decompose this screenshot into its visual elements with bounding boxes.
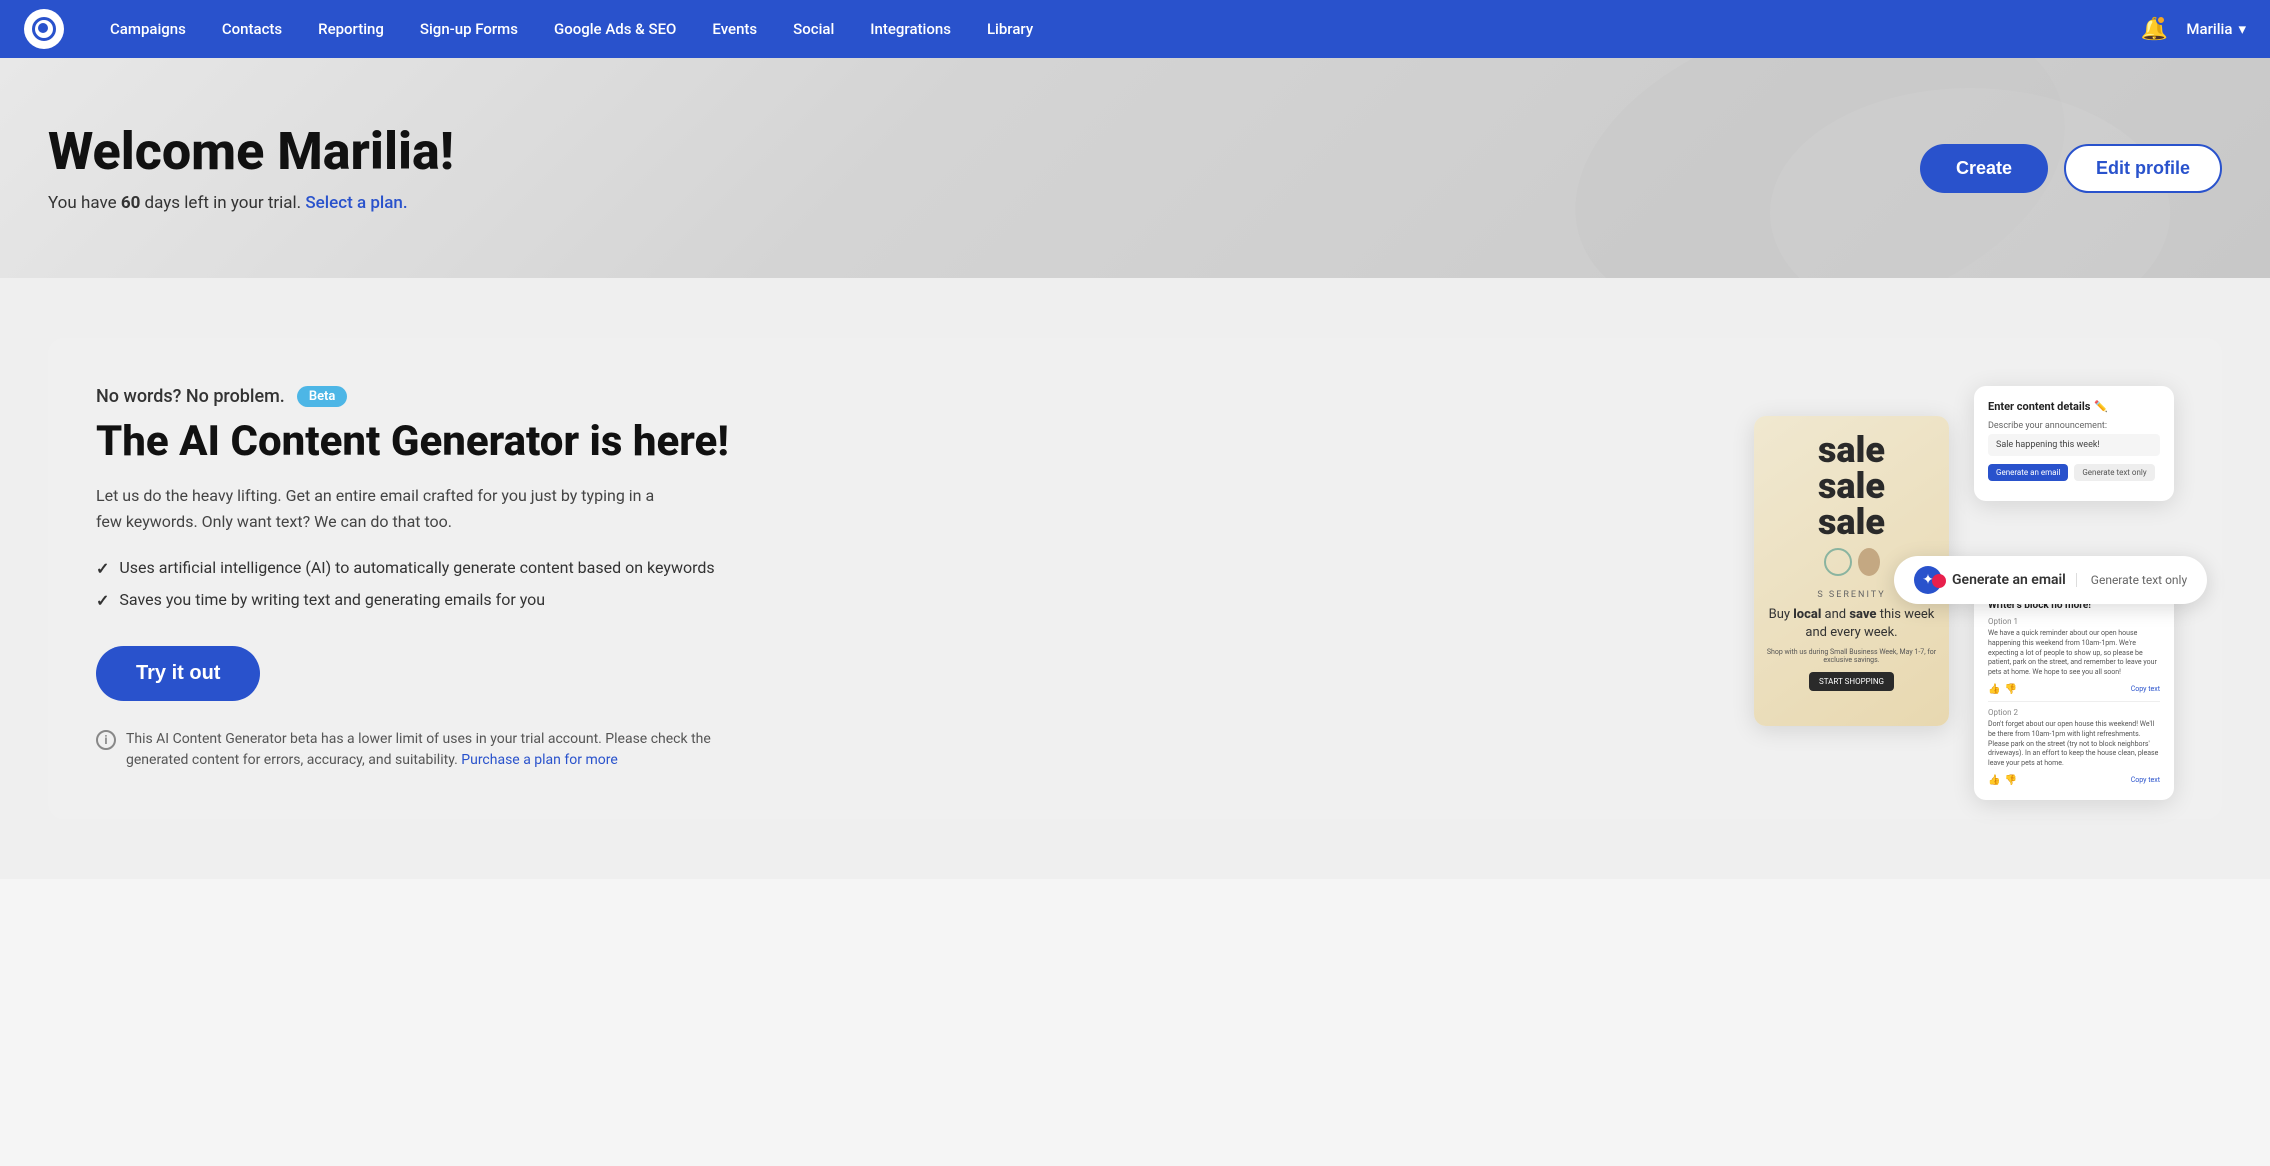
nav-right: 🔔 Marilia ▾ [2138,13,2246,45]
feature-heading: The AI Content Generator is here! [96,419,1694,465]
thumbs-down-icon[interactable]: 👎 [2004,684,2016,695]
feature-illustration: sale sale sale S SERENITY Buy local and … [1754,386,2174,766]
option1-text: We have a quick reminder about our open … [1988,629,2160,678]
list-item: ✓ Saves you time by writing text and gen… [96,590,1694,610]
sale-text-2: sale [1818,468,1885,504]
disclaimer-text: This AI Content Generator beta has a low… [126,729,776,771]
generate-text-btn[interactable]: Generate text only [2074,464,2154,481]
thumbs-icons-2: 👍 👎 [1988,775,2017,786]
list-item-text: Saves you time by writing text and gener… [119,590,545,609]
hero-text: Welcome Marilia! You have 60 days left i… [48,123,454,212]
list-item: ✓ Uses artificial intelligence (AI) to a… [96,558,1694,578]
hero-buttons: Create Edit profile [1920,144,2222,193]
thumbs-up-icon[interactable]: 👍 [1988,684,2000,695]
panel-options: Generate an email Generate text only [1988,464,2160,481]
decorative-shapes [1824,548,1880,576]
purchase-plan-link[interactable]: Purchase a plan for more [461,752,617,768]
thumbs-down-icon-2[interactable]: 👎 [2004,775,2016,786]
content-details-panel: Enter content details ✏️ Describe your a… [1974,386,2174,501]
info-icon: i [96,730,116,750]
create-button[interactable]: Create [1920,144,2048,193]
nav-contacts[interactable]: Contacts [204,0,300,58]
generate-email-btn[interactable]: Generate an email [1988,464,2068,481]
nav-campaigns[interactable]: Campaigns [92,0,204,58]
circle-shape [1824,548,1852,576]
generate-label: Generate an email [1952,572,2066,588]
feature-left: No words? No problem. Beta The AI Conten… [96,386,1694,771]
list-item-text: Uses artificial intelligence (AI) to aut… [119,558,714,577]
card-local-text: Buy local and save this week and every w… [1766,606,1937,642]
subtitle-suffix: days left in your trial. [140,193,301,213]
user-name: Marilia [2186,20,2232,38]
main-section: No words? No problem. Beta The AI Conten… [0,278,2270,879]
user-menu[interactable]: Marilia ▾ [2186,20,2246,38]
panel-title: Enter content details ✏️ [1988,400,2160,413]
thumbs-up-icon-2[interactable]: 👍 [1988,775,2000,786]
feature-card: No words? No problem. Beta The AI Conten… [48,338,2222,819]
nav-integrations[interactable]: Integrations [852,0,969,58]
hero-subtitle: You have 60 days left in your trial. Sel… [48,193,454,213]
edit-icon: ✏️ [2094,400,2108,413]
try-it-out-button[interactable]: Try it out [96,646,260,701]
nav-library[interactable]: Library [969,0,1051,58]
brand-name: S SERENITY [1817,590,1885,600]
feature-badge-row: No words? No problem. Beta [96,386,1694,407]
notifications-bell[interactable]: 🔔 [2138,13,2170,45]
sale-text-1: sale [1818,432,1885,468]
checkmark-icon: ✓ [96,591,109,610]
nav-items: Campaigns Contacts Reporting Sign-up For… [92,0,2138,58]
sale-text-3: sale [1818,504,1885,540]
panel-input-box: Sale happening this week! [1988,434,2160,456]
navbar: Campaigns Contacts Reporting Sign-up For… [0,0,2270,58]
option1-footer: 👍 👎 Copy text [1988,684,2160,695]
subtitle-prefix: You have [48,193,121,213]
feature-eyebrow: No words? No problem. [96,386,285,407]
indicator-dot [1932,574,1946,588]
chevron-down-icon: ▾ [2238,20,2246,38]
logo[interactable] [24,9,64,49]
option2-label: Option 2 [1988,708,2160,717]
copy-text-link[interactable]: Copy text [2131,685,2160,693]
checkmark-icon: ✓ [96,559,109,578]
panel-label: Describe your announcement: [1988,421,2160,431]
edit-profile-button[interactable]: Edit profile [2064,144,2222,193]
hero-title: Welcome Marilia! [48,123,454,180]
nav-reporting[interactable]: Reporting [300,0,402,58]
hero-section: Welcome Marilia! You have 60 days left i… [0,58,2270,278]
writers-block-panel: Writer's block no more! Option 1 We have… [1974,586,2174,800]
feature-list: ✓ Uses artificial intelligence (AI) to a… [96,558,1694,610]
nav-signup-forms[interactable]: Sign-up Forms [402,0,536,58]
disclaimer: i This AI Content Generator beta has a l… [96,729,776,771]
thumbs-icons: 👍 👎 [1988,684,2017,695]
start-shopping-btn: START SHOPPING [1809,672,1894,691]
nav-events[interactable]: Events [694,0,775,58]
option2-footer: 👍 👎 Copy text [1988,775,2160,786]
nav-social[interactable]: Social [775,0,852,58]
days-count: 60 [121,193,141,213]
nav-google-ads-seo[interactable]: Google Ads & SEO [536,0,694,58]
option1-label: Option 1 [1988,617,2160,626]
oval-shape [1858,548,1880,576]
shop-text: Shop with us during Small Business Week,… [1766,648,1937,664]
copy-text-link-2[interactable]: Copy text [2131,776,2160,784]
beta-badge: Beta [297,386,348,407]
select-plan-link[interactable]: Select a plan. [305,193,407,213]
feature-description: Let us do the heavy lifting. Get an enti… [96,483,676,534]
option2-text: Don't forget about our open house this w… [1988,720,2160,769]
generate-text-only: Generate text only [2076,573,2187,587]
